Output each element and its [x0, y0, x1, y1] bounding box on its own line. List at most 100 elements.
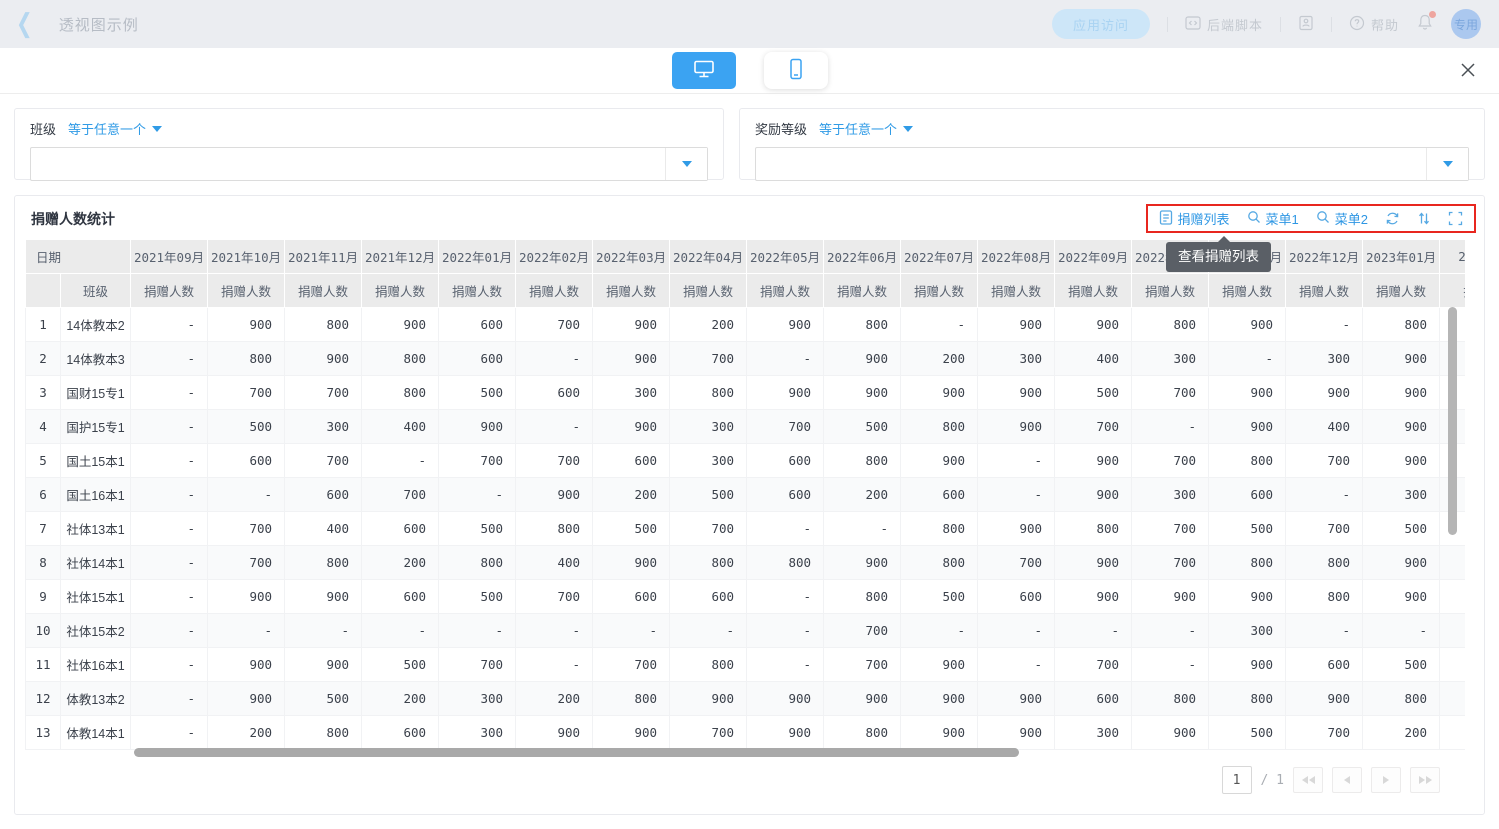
cell-value: 400	[285, 512, 362, 546]
cell-value: 900	[593, 716, 670, 750]
cell-value: -	[362, 444, 439, 478]
cell-value: -	[208, 614, 285, 648]
measure-column-header: 捐赠人数	[670, 274, 747, 308]
row-class-name: 国土16本1	[61, 478, 131, 512]
menu1-button[interactable]: 菜单1	[1247, 209, 1299, 228]
class-filter-select[interactable]	[30, 147, 708, 181]
cell-value-partial	[1440, 682, 1465, 716]
month-column-header: 2021年09月	[131, 240, 208, 274]
phone-icon	[788, 58, 804, 83]
fullscreen-icon[interactable]	[1448, 211, 1463, 226]
reward-filter-select[interactable]	[755, 147, 1469, 181]
first-page-button[interactable]	[1293, 767, 1323, 793]
cell-value: 400	[1286, 410, 1363, 444]
cell-value-partial	[1440, 614, 1465, 648]
cell-value: 900	[1055, 580, 1132, 614]
cell-value: -	[978, 478, 1055, 512]
cell-value: 900	[208, 308, 285, 342]
row-class-name: 社体16本1	[61, 648, 131, 682]
cell-value: 900	[593, 546, 670, 580]
cell-value: 300	[1209, 614, 1286, 648]
menu2-button[interactable]: 菜单2	[1316, 209, 1368, 228]
vertical-scrollbar[interactable]	[1448, 307, 1457, 535]
cell-value: 600	[670, 580, 747, 614]
row-class-name: 国财15专1	[61, 376, 131, 410]
cell-value: 600	[1286, 648, 1363, 682]
row-class-name: 14体教本2	[61, 308, 131, 342]
prev-page-button[interactable]	[1332, 767, 1362, 793]
cell-value: 200	[1363, 716, 1440, 750]
cell-value: 900	[208, 648, 285, 682]
cell-value: 700	[824, 648, 901, 682]
select-dropdown-button[interactable]	[665, 148, 707, 180]
cell-value: 900	[978, 376, 1055, 410]
filter-label: 奖励等级	[755, 119, 807, 138]
measure-column-header: 捐赠人数	[901, 274, 978, 308]
page-input[interactable]	[1222, 766, 1252, 794]
cell-value: 800	[1209, 682, 1286, 716]
cell-value: -	[1286, 478, 1363, 512]
table-row: 5国土15本1-600700-700700600300600800900-900…	[26, 444, 1466, 478]
cell-value: 700	[1132, 376, 1209, 410]
app-access-button[interactable]: 应用访问	[1052, 9, 1150, 39]
cell-value: 200	[901, 342, 978, 376]
search-icon	[1247, 210, 1261, 227]
row-class-name: 体教14本1	[61, 716, 131, 750]
members-button[interactable]	[1298, 15, 1314, 34]
cell-value: 300	[1132, 478, 1209, 512]
row-index: 5	[26, 444, 61, 478]
row-index: 13	[26, 716, 61, 750]
notifications-button[interactable]	[1416, 13, 1434, 36]
close-icon[interactable]	[1459, 61, 1477, 79]
pivot-panel: 捐赠人数统计 捐赠列表	[14, 195, 1485, 815]
sort-icon[interactable]	[1417, 211, 1431, 226]
backend-script-button[interactable]: 后端脚本	[1185, 15, 1263, 34]
cell-value: 900	[593, 308, 670, 342]
cell-value: 900	[1286, 682, 1363, 716]
avatar[interactable]: 专用	[1451, 9, 1481, 39]
cell-value: 300	[670, 444, 747, 478]
donation-list-button[interactable]: 捐赠列表	[1159, 209, 1230, 228]
month-column-header: 2022年03月	[593, 240, 670, 274]
cell-value: 900	[901, 682, 978, 716]
month-column-header: 2022年01月	[439, 240, 516, 274]
cell-value: 500	[439, 580, 516, 614]
cell-value: 800	[824, 308, 901, 342]
measure-column-header: 捐赠人数	[1132, 274, 1209, 308]
cell-value: 500	[439, 512, 516, 546]
select-value	[756, 148, 1426, 180]
cell-value: 900	[516, 716, 593, 750]
double-chevron-left-icon	[1309, 776, 1315, 784]
cell-value: 900	[1209, 308, 1286, 342]
cell-value: 800	[1055, 512, 1132, 546]
select-dropdown-button[interactable]	[1426, 148, 1468, 180]
chevron-right-icon	[1383, 776, 1389, 784]
help-button[interactable]: 帮助	[1349, 15, 1399, 34]
horizontal-scrollbar[interactable]	[134, 748, 1019, 757]
cell-value: 800	[208, 342, 285, 376]
filter-operator-dropdown[interactable]: 等于任意一个	[819, 119, 913, 138]
cell-value: -	[131, 614, 208, 648]
cell-value: 900	[747, 682, 824, 716]
pivot-table-container[interactable]: 日期 2021年09月2021年10月2021年11月2021年12月2022年…	[25, 239, 1465, 750]
desktop-view-toggle[interactable]	[672, 52, 736, 89]
cell-value: -	[1209, 342, 1286, 376]
cell-value: 900	[824, 342, 901, 376]
cell-value-partial	[1440, 580, 1465, 614]
filter-operator-dropdown[interactable]: 等于任意一个	[68, 119, 162, 138]
refresh-icon[interactable]	[1385, 211, 1400, 226]
cell-value: 800	[824, 580, 901, 614]
mobile-view-toggle[interactable]	[764, 52, 828, 89]
cell-value: 800	[670, 376, 747, 410]
next-page-button[interactable]	[1371, 767, 1401, 793]
cell-value: 700	[593, 648, 670, 682]
cell-value: -	[824, 512, 901, 546]
pagination: / 1	[1222, 766, 1440, 794]
last-page-button[interactable]	[1410, 767, 1440, 793]
back-icon[interactable]: ❮	[16, 11, 33, 37]
cell-value: 900	[1363, 580, 1440, 614]
table-row: 114体教本2-900800900600700900200900800-9009…	[26, 308, 1466, 342]
cell-value: 800	[670, 648, 747, 682]
cell-value: -	[131, 444, 208, 478]
cell-value: 900	[1363, 410, 1440, 444]
